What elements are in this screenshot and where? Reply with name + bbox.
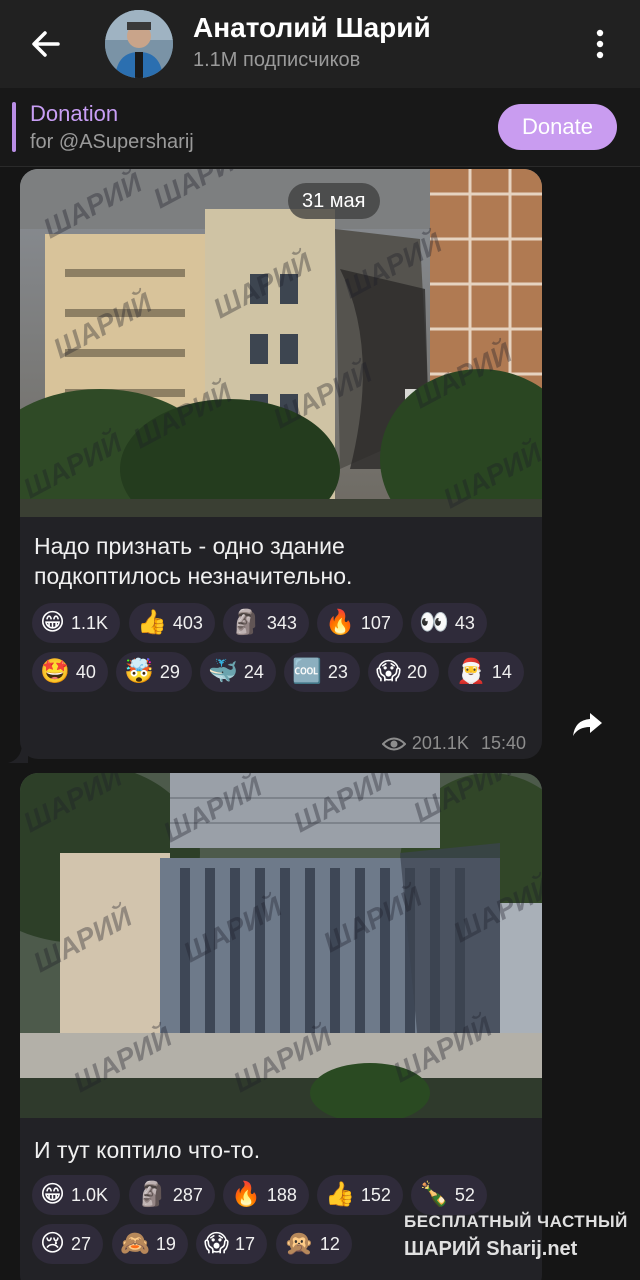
reaction-emoji-icon: 👍: [325, 1181, 355, 1208]
reaction-chip[interactable]: 😱 17: [196, 1224, 268, 1264]
reaction-count: 188: [266, 1184, 297, 1205]
reaction-count: 40: [75, 661, 96, 682]
reaction-emoji-icon: 🗿: [231, 609, 261, 636]
date-separator: 31 мая: [288, 183, 380, 219]
reaction-count: 52: [454, 1184, 475, 1205]
reaction-chip[interactable]: 🍾 52: [411, 1175, 487, 1215]
pinned-indicator: [12, 102, 16, 152]
back-arrow-icon[interactable]: [26, 24, 66, 64]
message-text: Надо признать - одно здание подкоптилось…: [34, 533, 353, 589]
reaction-emoji-icon: 🍾: [419, 1181, 449, 1208]
reaction-emoji-icon: 🐳: [208, 658, 238, 685]
reaction-count: 1.0K: [71, 1184, 109, 1205]
reaction-count: 12: [319, 1233, 340, 1254]
pinned-subtitle: for @ASupersharij: [30, 131, 194, 153]
reaction-emoji-icon: 🤯: [124, 658, 154, 685]
reaction-count: 17: [235, 1233, 256, 1254]
reaction-chip[interactable]: 👍 403: [129, 603, 215, 643]
reaction-chip[interactable]: 🙊 12: [276, 1224, 352, 1264]
reaction-count: 107: [360, 612, 391, 633]
more-options-icon[interactable]: [588, 26, 612, 62]
reaction-emoji-icon: 😱: [376, 658, 402, 685]
reaction-count: 24: [243, 661, 264, 682]
reaction-count: 27: [71, 1233, 92, 1254]
reaction-count: 20: [407, 661, 428, 682]
reaction-emoji-icon: 👍: [137, 609, 167, 636]
reaction-emoji-icon: 🔥: [325, 609, 355, 636]
reaction-emoji-icon: 😁: [40, 609, 66, 636]
reaction-chip[interactable]: 🤩 40: [32, 652, 108, 692]
reaction-emoji-icon: 😱: [204, 1230, 230, 1257]
views-eye-icon: [381, 737, 406, 750]
reaction-emoji-icon: 😢: [40, 1230, 66, 1257]
donate-button[interactable]: Donate: [498, 104, 617, 150]
watermark-line-2: ШАРИЙ Sharij.net: [404, 1238, 578, 1260]
reaction-count: 343: [266, 612, 297, 633]
reaction-emoji-icon: 🙈: [120, 1230, 150, 1257]
reaction-emoji-icon: 🆒: [292, 658, 322, 685]
message-photo[interactable]: ШАРИЙ ШАРИЙ ШАРИЙ ШАРИЙ ШАРИЙ ШАРИЙ ШАРИ…: [20, 773, 542, 1118]
reaction-chip[interactable]: 🆒 23: [284, 652, 360, 692]
reaction-chip[interactable]: 🔥 188: [223, 1175, 309, 1215]
reaction-count: 403: [172, 612, 203, 633]
chat-header: Анатолий Шарий 1.1M подписчиков: [0, 0, 640, 88]
share-forward-icon[interactable]: [570, 707, 604, 741]
reaction-emoji-icon: 🗿: [137, 1181, 167, 1208]
reaction-emoji-icon: 🔥: [231, 1181, 261, 1208]
reaction-count: 43: [454, 612, 475, 633]
reaction-count: 152: [360, 1184, 391, 1205]
reaction-chip[interactable]: 🙈 19: [112, 1224, 188, 1264]
reaction-count: 14: [491, 661, 512, 682]
reaction-chip[interactable]: 👍 152: [317, 1175, 403, 1215]
reaction-count: 29: [159, 661, 180, 682]
subscriber-count: 1.1M подписчиков: [193, 49, 361, 71]
message-bubble[interactable]: ШАРИЙ ШАРИЙ ШАРИЙ ШАРИЙ ШАРИЙ ШАРИЙ ШАРИ…: [20, 169, 542, 759]
reaction-emoji-icon: 👀: [419, 609, 449, 636]
reaction-chip[interactable]: 🔥 107: [317, 603, 403, 643]
message-list[interactable]: ШАРИЙ ШАРИЙ ШАРИЙ ШАРИЙ ШАРИЙ ШАРИЙ ШАРИ…: [0, 167, 640, 1280]
reaction-chip[interactable]: 😢 27: [32, 1224, 104, 1264]
views-count: 201.1K: [411, 733, 469, 753]
reaction-chip[interactable]: 😱 20: [368, 652, 440, 692]
reaction-chip[interactable]: 🤯 29: [116, 652, 192, 692]
bubble-tail: [8, 743, 28, 763]
message-bubble[interactable]: ШАРИЙ ШАРИЙ ШАРИЙ ШАРИЙ ШАРИЙ ШАРИЙ ШАРИ…: [20, 773, 542, 1280]
reaction-chip[interactable]: 😁 1.0K: [32, 1175, 121, 1215]
reaction-count: 19: [155, 1233, 176, 1254]
reaction-chip[interactable]: 👀 43: [411, 603, 487, 643]
reaction-count: 1.1K: [71, 612, 109, 633]
message-text: И тут коптило что-то.: [34, 1137, 261, 1163]
watermark-line-1: БЕСПЛАТНЫЙ ЧАСТНЫЙ: [404, 1212, 628, 1231]
reaction-chip[interactable]: 🗿 287: [129, 1175, 215, 1215]
channel-avatar[interactable]: [105, 10, 173, 78]
reaction-emoji-icon: 🙊: [284, 1230, 314, 1257]
reaction-chip[interactable]: 🎅 14: [448, 652, 524, 692]
message-time: 15:40: [480, 733, 526, 753]
reaction-emoji-icon: 🎅: [456, 658, 486, 685]
reaction-emoji-icon: 🤩: [40, 658, 70, 685]
reactions-row: 😁 1.1K 👍 403 🗿 343 🔥 107 👀 43 🤩 40 🤯 29 🐳 24 🆒 23 😱 20 🎅 14: [32, 603, 532, 753]
reaction-count: 23: [327, 661, 348, 682]
reaction-count: 287: [172, 1184, 203, 1205]
message-meta: 201.1K 15:40: [381, 733, 526, 754]
reaction-chip[interactable]: 🐳 24: [200, 652, 276, 692]
pinned-message-bar[interactable]: Donation for @ASupersharij Donate: [0, 88, 640, 167]
pinned-title: Donation: [30, 101, 119, 126]
reaction-chip[interactable]: 🗿 343: [223, 603, 309, 643]
message-photo[interactable]: ШАРИЙ ШАРИЙ ШАРИЙ ШАРИЙ ШАРИЙ ШАРИЙ ШАРИ…: [20, 169, 542, 517]
channel-title[interactable]: Анатолий Шарий: [193, 12, 431, 44]
reaction-emoji-icon: 😁: [40, 1181, 66, 1208]
reaction-chip[interactable]: 😁 1.1K: [32, 603, 121, 643]
site-watermark: БЕСПЛАТНЫЙ ЧАСТНЫЙ ШАРИЙ Sharij.net: [404, 1212, 630, 1270]
